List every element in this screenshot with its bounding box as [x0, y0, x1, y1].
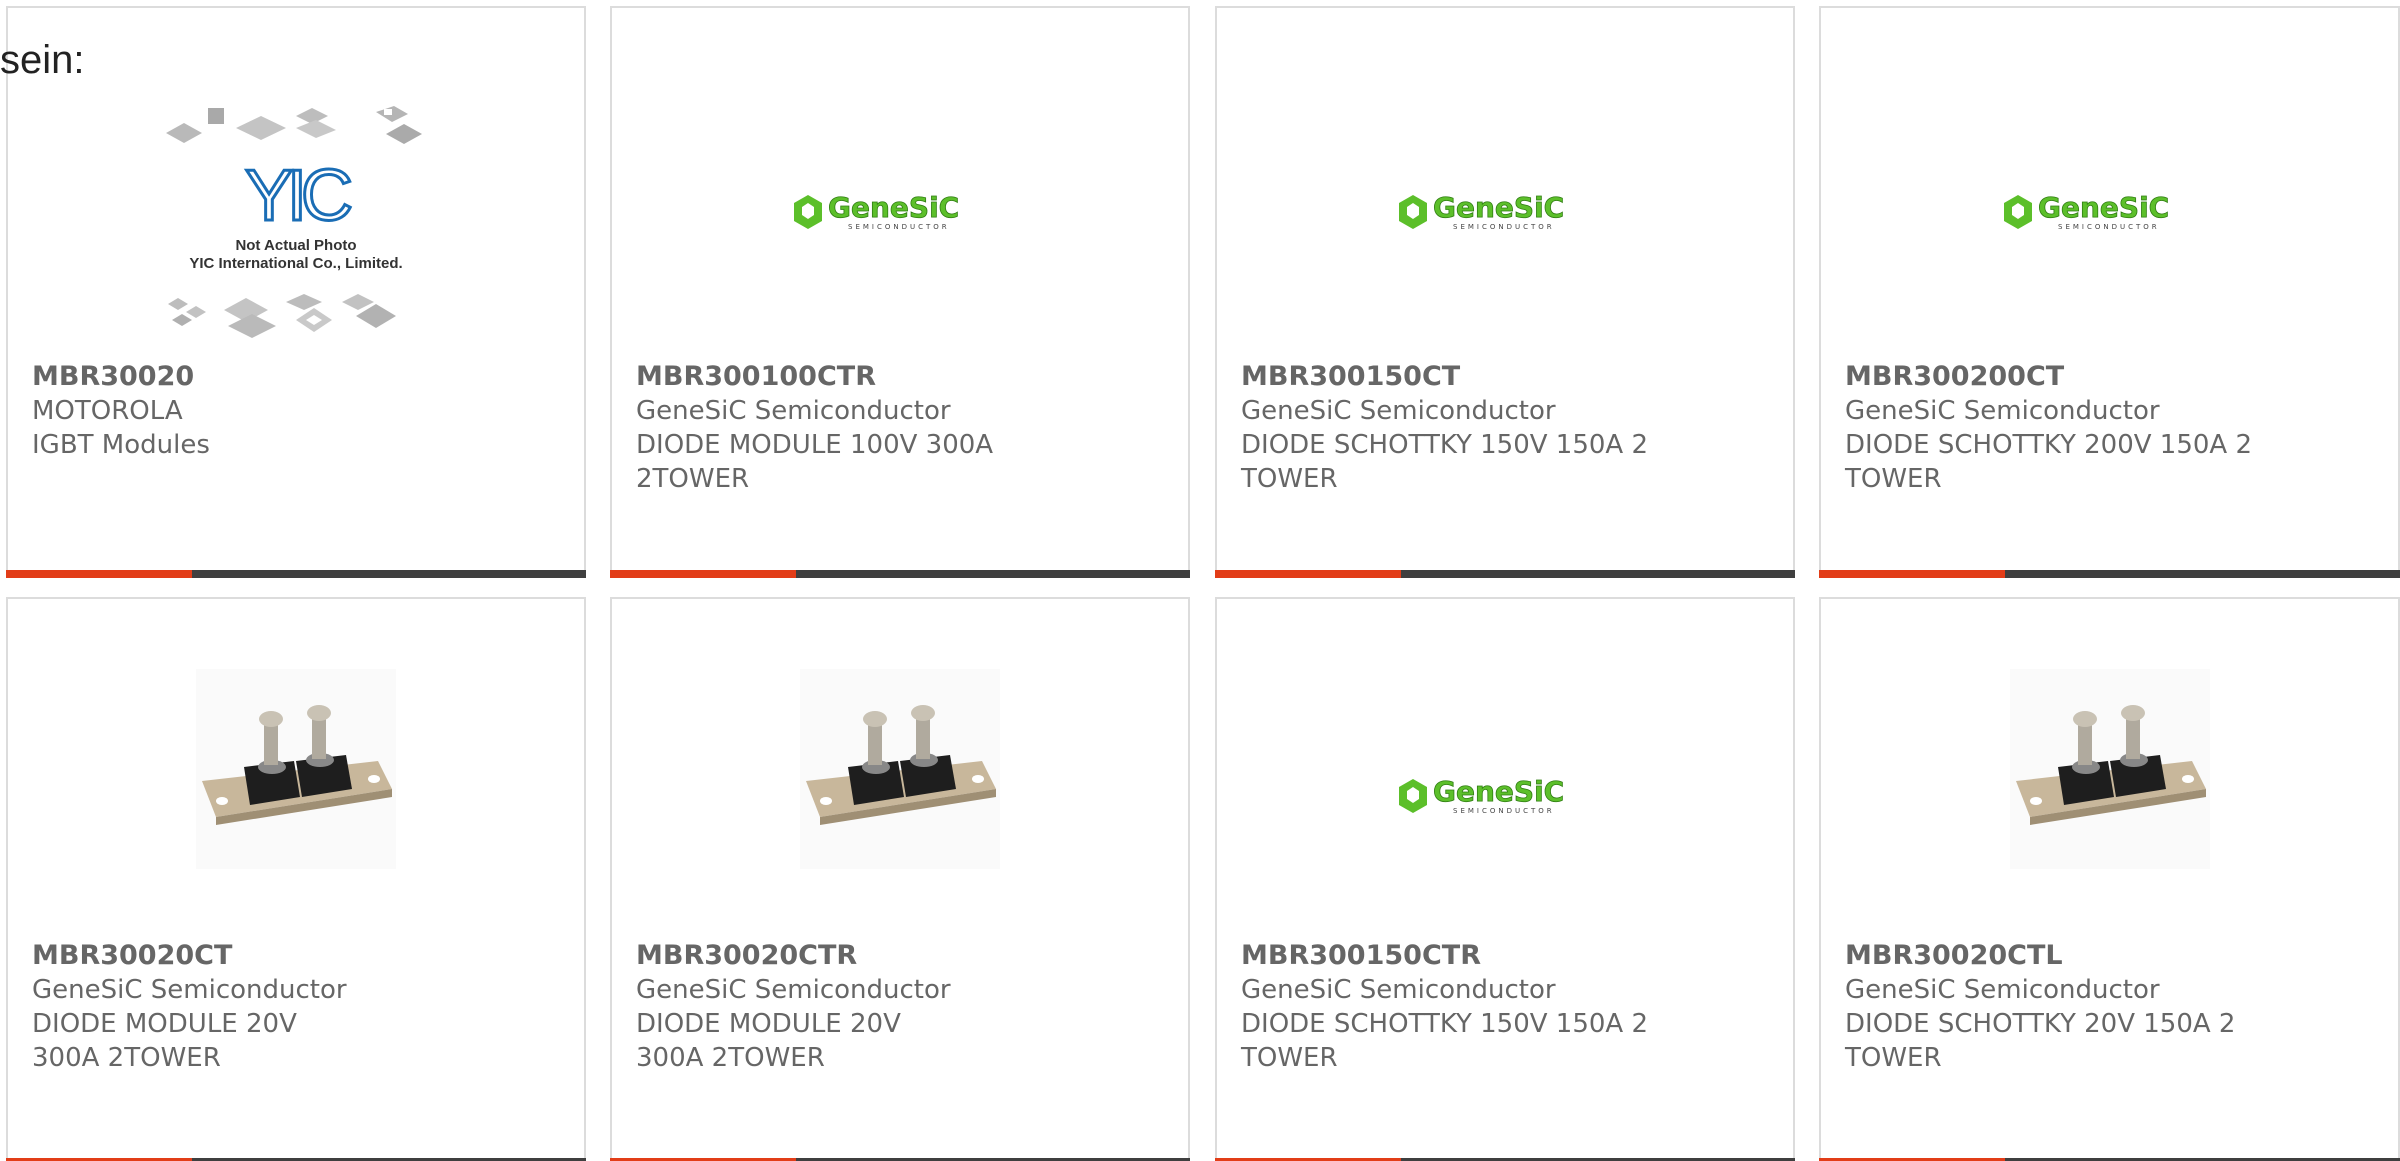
svg-text:Not Actual Photo: Not Actual Photo — [235, 237, 356, 254]
svg-text:SEMICONDUCTOR: SEMICONDUCTOR — [2058, 223, 2160, 231]
description: DIODE SCHOTTKY 200V 150A 2 TOWER — [1845, 430, 2253, 494]
genesic-logo-image: GeneSiC SEMICONDUCTOR — [780, 93, 1020, 333]
svg-text:SEMICONDUCTOR: SEMICONDUCTOR — [1453, 223, 1555, 231]
card-bottom-bar — [6, 570, 586, 578]
svg-text:GeneSiC: GeneSiC — [1433, 775, 1564, 808]
card-accent-bar — [1215, 570, 1401, 578]
part-number[interactable]: MBR30020 — [32, 360, 560, 394]
part-number[interactable]: MBR300150CTR — [1241, 939, 1769, 973]
description: DIODE MODULE 100V 300A 2TOWER — [636, 430, 994, 494]
manufacturer: GeneSiC Semiconductor — [1241, 396, 1556, 426]
manufacturer: GeneSiC Semiconductor — [636, 975, 951, 1005]
manufacturer: MOTOROLA — [32, 396, 183, 426]
part-number[interactable]: MBR30020CTL — [1845, 939, 2374, 973]
card-bottom-bar — [1215, 570, 1795, 578]
product-card[interactable]: MBR30020CTL GeneSiC Semiconductor DIODE … — [1819, 597, 2400, 1161]
manufacturer: GeneSiC Semiconductor — [1845, 396, 2160, 426]
diode-module-image — [800, 669, 1000, 869]
genesic-logo-icon: GeneSiC SEMICONDUCTOR — [1399, 775, 1565, 815]
product-card[interactable]: MBR30020CT GeneSiC Semiconductor DIODE M… — [6, 597, 586, 1161]
diode-module-photo — [2009, 669, 2210, 869]
manufacturer: GeneSiC Semiconductor — [1845, 975, 2160, 1005]
svg-text:GeneSiC: GeneSiC — [828, 191, 959, 224]
genesic-logo-icon: GeneSiC SEMICONDUCTOR — [794, 191, 960, 231]
manufacturer: GeneSiC Semiconductor — [32, 975, 347, 1005]
part-number[interactable]: MBR300150CT — [1241, 360, 1769, 394]
yic-placeholder-icon: YIC Not Actual Photo YIC International C… — [166, 106, 422, 338]
card-accent-bar — [1819, 570, 2005, 578]
yic-placeholder-image: YIC Not Actual Photo YIC International C… — [146, 98, 446, 358]
manufacturer: GeneSiC Semiconductor — [636, 396, 951, 426]
product-card[interactable]: YIC Not Actual Photo YIC International C… — [6, 6, 586, 578]
description: DIODE SCHOTTKY 150V 150A 2 TOWER — [1241, 430, 1649, 494]
description: DIODE MODULE 20V 300A 2TOWER — [32, 1009, 297, 1073]
svg-text:GeneSiC: GeneSiC — [1433, 191, 1564, 224]
genesic-logo-icon: GeneSiC SEMICONDUCTOR — [1399, 191, 1565, 231]
genesic-logo-image: GeneSiC SEMICONDUCTOR — [1385, 677, 1625, 917]
svg-text:GeneSiC: GeneSiC — [2038, 191, 2169, 224]
product-card[interactable]: GeneSiC SEMICONDUCTOR MBR300150CT GeneSi… — [1215, 6, 1795, 578]
yic-logo-text: YIC — [245, 156, 351, 236]
lead-text: sein: — [0, 38, 85, 82]
product-card[interactable]: GeneSiC SEMICONDUCTOR MBR300200CT GeneSi… — [1819, 6, 2400, 578]
part-number[interactable]: MBR30020CTR — [636, 939, 1164, 973]
svg-text:SEMICONDUCTOR: SEMICONDUCTOR — [1453, 807, 1555, 815]
card-bottom-bar — [1819, 570, 2400, 578]
diode-module-image — [196, 669, 396, 869]
product-card[interactable]: GeneSiC SEMICONDUCTOR MBR300150CTR GeneS… — [1215, 597, 1795, 1161]
product-card[interactable]: GeneSiC SEMICONDUCTOR MBR300100CTR GeneS… — [610, 6, 1190, 578]
manufacturer: GeneSiC Semiconductor — [1241, 975, 1556, 1005]
part-number[interactable]: MBR300100CTR — [636, 360, 1164, 394]
diode-module-photo — [196, 669, 396, 869]
card-accent-bar — [6, 570, 192, 578]
genesic-logo-icon: GeneSiC SEMICONDUCTOR — [2003, 191, 2169, 231]
description: DIODE SCHOTTKY 150V 150A 2 TOWER — [1241, 1009, 1649, 1073]
svg-text:YIC International Co., Limited: YIC International Co., Limited. — [189, 255, 402, 272]
card-bottom-bar — [610, 570, 1190, 578]
part-number[interactable]: MBR300200CT — [1845, 360, 2374, 394]
part-number[interactable]: MBR30020CT — [32, 939, 560, 973]
diode-module-photo — [800, 669, 1000, 869]
product-card[interactable]: MBR30020CTR GeneSiC Semiconductor DIODE … — [610, 597, 1190, 1161]
card-accent-bar — [610, 570, 796, 578]
description: DIODE SCHOTTKY 20V 150A 2 TOWER — [1845, 1009, 2236, 1073]
diode-module-image — [2009, 669, 2210, 869]
product-grid: YIC Not Actual Photo YIC International C… — [0, 0, 2400, 1161]
description: DIODE MODULE 20V 300A 2TOWER — [636, 1009, 901, 1073]
genesic-logo-image: GeneSiC SEMICONDUCTOR — [1385, 93, 1625, 333]
genesic-logo-image: GeneSiC SEMICONDUCTOR — [1990, 93, 2230, 333]
description: IGBT Modules — [32, 430, 210, 460]
svg-text:SEMICONDUCTOR: SEMICONDUCTOR — [848, 223, 950, 231]
